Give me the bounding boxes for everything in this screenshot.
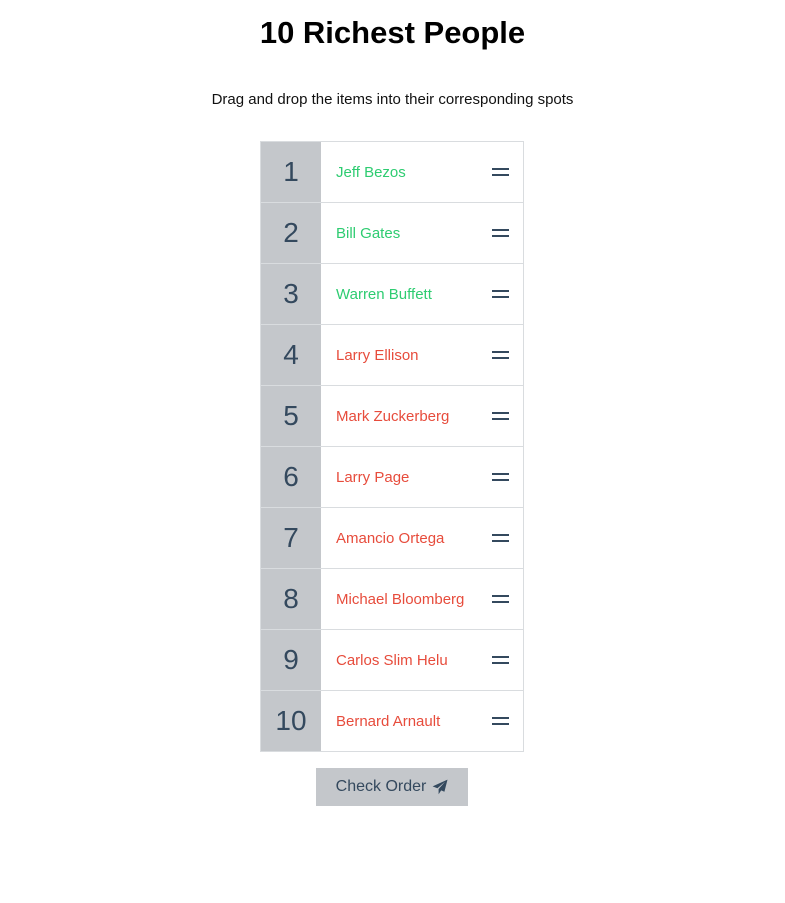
list-item: 6 Larry Page	[261, 447, 523, 508]
rank-number: 5	[261, 386, 321, 446]
person-name: Bill Gates	[336, 224, 401, 242]
drag-handle-icon[interactable]	[492, 473, 509, 481]
person-name: Larry Page	[336, 468, 410, 486]
person-name: Warren Buffett	[336, 285, 432, 303]
drag-handle-icon[interactable]	[492, 351, 509, 359]
draggable-item[interactable]: Michael Bloomberg	[321, 569, 523, 629]
drag-handle-icon[interactable]	[492, 412, 509, 420]
rank-number: 2	[261, 203, 321, 263]
draggable-item[interactable]: Jeff Bezos	[321, 142, 523, 202]
person-name: Bernard Arnault	[336, 712, 441, 730]
list-item: 1 Jeff Bezos	[261, 142, 523, 203]
list-item: 9 Carlos Slim Helu	[261, 630, 523, 691]
draggable-list: 1 Jeff Bezos 2 Bill Gates 3 Warren Buffett 4 La…	[260, 141, 524, 752]
list-item: 10 Bernard Arnault	[261, 691, 523, 751]
person-name: Jeff Bezos	[336, 163, 406, 181]
drag-handle-icon[interactable]	[492, 595, 509, 603]
paper-plane-icon	[432, 779, 448, 795]
drag-handle-icon[interactable]	[492, 168, 509, 176]
rank-number: 4	[261, 325, 321, 385]
draggable-item[interactable]: Larry Page	[321, 447, 523, 507]
list-item: 8 Michael Bloomberg	[261, 569, 523, 630]
draggable-item[interactable]: Carlos Slim Helu	[321, 630, 523, 690]
list-item: 7 Amancio Ortega	[261, 508, 523, 569]
drag-handle-icon[interactable]	[492, 229, 509, 237]
list-item: 4 Larry Ellison	[261, 325, 523, 386]
person-name: Amancio Ortega	[336, 529, 445, 547]
list-item: 5 Mark Zuckerberg	[261, 386, 523, 447]
rank-number: 8	[261, 569, 321, 629]
list-item: 3 Warren Buffett	[261, 264, 523, 325]
rank-number: 7	[261, 508, 321, 568]
instructions: Drag and drop the items into their corre…	[211, 91, 574, 108]
rank-number: 1	[261, 142, 321, 202]
rank-number: 3	[261, 264, 321, 324]
person-name: Michael Bloomberg	[336, 590, 465, 608]
draggable-item[interactable]: Amancio Ortega	[321, 508, 523, 568]
drag-handle-icon[interactable]	[492, 290, 509, 298]
person-name: Larry Ellison	[336, 346, 419, 364]
person-name: Mark Zuckerberg	[336, 407, 450, 425]
page: 10 Richest People Drag and drop the item…	[0, 0, 785, 903]
rank-number: 6	[261, 447, 321, 507]
check-order-button[interactable]: Check Order	[316, 768, 468, 806]
rank-number: 10	[261, 691, 321, 751]
drag-handle-icon[interactable]	[492, 534, 509, 542]
page-title: 10 Richest People	[259, 15, 526, 50]
drag-handle-icon[interactable]	[492, 717, 509, 725]
draggable-item[interactable]: Warren Buffett	[321, 264, 523, 324]
list-item: 2 Bill Gates	[261, 203, 523, 264]
draggable-item[interactable]: Larry Ellison	[321, 325, 523, 385]
draggable-item[interactable]: Bill Gates	[321, 203, 523, 263]
rank-number: 9	[261, 630, 321, 690]
person-name: Carlos Slim Helu	[336, 651, 448, 669]
draggable-item[interactable]: Bernard Arnault	[321, 691, 523, 751]
check-order-label: Check Order	[335, 778, 427, 795]
draggable-item[interactable]: Mark Zuckerberg	[321, 386, 523, 446]
drag-handle-icon[interactable]	[492, 656, 509, 664]
